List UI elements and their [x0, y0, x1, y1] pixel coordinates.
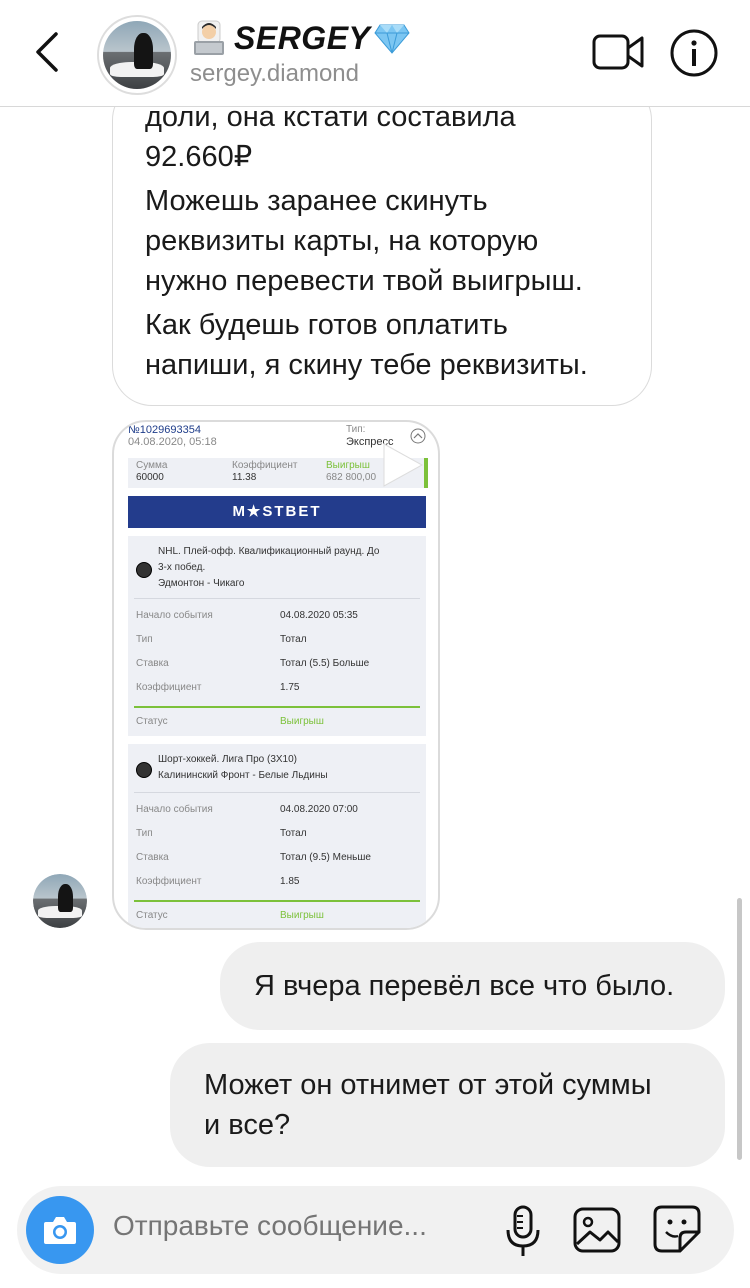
type-label: Тип [136, 634, 153, 645]
status-label: Статус [136, 910, 168, 921]
gallery-icon[interactable] [572, 1206, 622, 1254]
message-input[interactable] [113, 1210, 493, 1242]
chat-header: SERGEY sergey.diamond [0, 0, 750, 107]
start-label: Начало события [136, 804, 213, 815]
profile-title[interactable]: SERGEY [190, 18, 410, 58]
message-line: реквизиты карты, на которую [145, 225, 539, 257]
message-composer [17, 1186, 734, 1274]
ticket-id: №1029693354 [128, 424, 201, 436]
incoming-message-bubble[interactable]: доли, она кстати составила 92.660₽ Можеш… [112, 80, 652, 406]
stake-label: Ставка [136, 658, 169, 669]
profile-avatar[interactable] [97, 15, 177, 95]
message-line: нужно перевести твой выигрыш. [145, 265, 583, 297]
message-line: Может он отнимет от этой суммы [204, 1069, 652, 1101]
camera-button[interactable] [26, 1196, 94, 1264]
play-icon[interactable] [376, 440, 426, 490]
win-value: 682 800,00 [326, 472, 377, 483]
info-icon[interactable] [669, 28, 719, 78]
sum-value: 60000 [136, 472, 164, 483]
type-label: Тип [136, 828, 153, 839]
back-chevron-icon[interactable] [30, 30, 66, 74]
outgoing-message-bubble[interactable]: Может он отнимет от этой суммы и все? [170, 1043, 725, 1167]
event-title: Шорт-хоккей. Лига Про (3Х10) [158, 754, 298, 765]
status-value: Выигрыш [280, 910, 324, 921]
profile-username: sergey.diamond [190, 60, 359, 87]
hockey-puck-icon [136, 562, 152, 578]
laptop-person-emoji [194, 20, 224, 55]
ticket-type-label: Тип: [346, 424, 366, 435]
bet-event-card: Шорт-хоккей. Лига Про (3Х10) Калининский… [128, 744, 426, 928]
microphone-icon[interactable] [503, 1204, 543, 1258]
message-line: Я вчера перевёл все что было. [254, 970, 675, 1002]
coef-value: 11.38 [232, 472, 257, 483]
status-label: Статус [136, 716, 168, 727]
event-title: NHL. Плей-офф. Квалификационный раунд. Д… [158, 546, 380, 557]
message-line: Можешь заранее скинуть [145, 185, 488, 217]
camera-icon [44, 1217, 76, 1244]
type-value: Тотал [280, 634, 307, 645]
stake-label: Ставка [136, 852, 169, 863]
event-title: 3-х побед. [158, 562, 206, 573]
hockey-puck-icon [136, 762, 152, 778]
coef-value: 1.85 [280, 876, 300, 887]
outgoing-message-bubble[interactable]: Я вчера перевёл все что было. [220, 942, 725, 1030]
message-line: и все? [204, 1109, 291, 1141]
start-label: Начало события [136, 610, 213, 621]
message-line: 92.660₽ [145, 141, 253, 173]
message-line: Как будешь готов оплатить [145, 309, 508, 341]
sender-avatar[interactable] [33, 874, 87, 928]
win-label: Выигрыш [326, 460, 370, 471]
start-value: 04.08.2020 05:35 [280, 610, 358, 621]
profile-name: SERGEY [234, 19, 371, 56]
type-value: Тотал [280, 828, 307, 839]
start-value: 04.08.2020 07:00 [280, 804, 358, 815]
scrollbar[interactable] [737, 898, 742, 1160]
event-teams: Эдмонтон - Чикаго [158, 578, 245, 589]
coef-label: Коэффициент [136, 876, 202, 887]
stake-value: Тотал (9.5) Меньше [280, 852, 371, 863]
collapse-chevron-icon [410, 428, 426, 444]
bet-screenshot-image[interactable]: №1029693354 04.08.2020, 05:18 Тип: Экспр… [112, 420, 440, 930]
ticket-date: 04.08.2020, 05:18 [128, 436, 217, 448]
message-line: напиши, я скину тебе реквизиты. [145, 349, 588, 381]
sticker-icon[interactable] [652, 1204, 702, 1254]
status-value: Выигрыш [280, 716, 324, 727]
diamond-emoji [374, 24, 410, 54]
coef-label: Коэффициент [136, 682, 202, 693]
mostbet-logo: M★STBET [128, 496, 426, 528]
bet-event-card: NHL. Плей-офф. Квалификационный раунд. Д… [128, 536, 426, 736]
coef-label: Коэффициент [232, 460, 298, 471]
video-call-icon[interactable] [592, 32, 644, 72]
sum-label: Сумма [136, 460, 168, 471]
event-teams: Калининский Фронт - Белые Льдины [158, 770, 328, 781]
stake-value: Тотал (5.5) Больше [280, 658, 370, 669]
coef-value: 1.75 [280, 682, 300, 693]
